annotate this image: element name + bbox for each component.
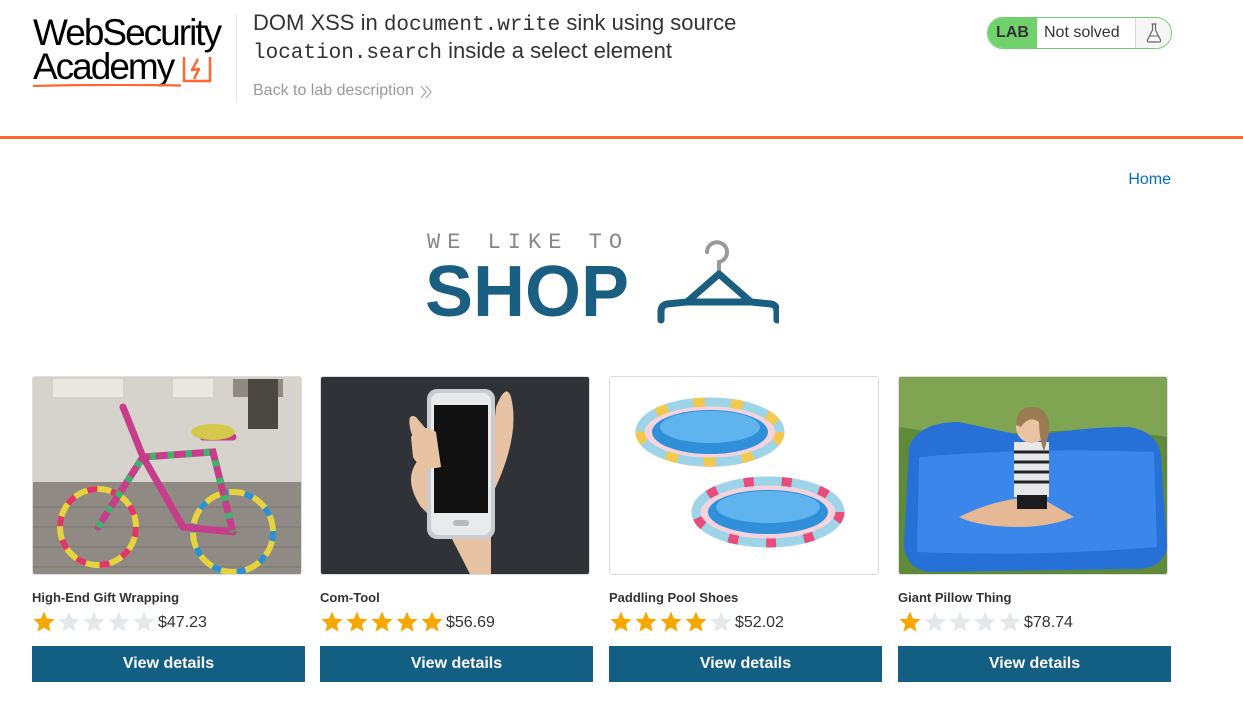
star-filled-icon [421,611,443,632]
product-price: $47.23 [158,614,207,631]
star-rating [898,610,1022,632]
star-empty-icon [710,611,732,632]
product-rating-row: $78.74 [898,609,1171,633]
product-price: $56.69 [446,614,495,631]
logo-bolt-icon [182,57,212,83]
product-name: Giant Pillow Thing [898,590,1012,605]
star-empty-icon [974,611,996,632]
lab-status-text: Not solved [1044,24,1120,41]
lab-title-text: inside a select element [442,38,672,63]
back-link-label: Back to lab description [253,82,414,99]
view-details-button[interactable]: View details [32,646,305,682]
product-price: $78.74 [1024,614,1073,631]
product-image-giant-pillow[interactable] [898,376,1168,575]
star-filled-icon [660,611,682,632]
star-filled-icon [33,611,55,632]
star-rating [609,610,733,632]
star-empty-icon [83,611,105,632]
star-empty-icon [999,611,1021,632]
product-price: $52.02 [735,614,784,631]
double-chevron-right-icon [420,85,432,98]
product-rating-row: $56.69 [320,609,593,633]
back-to-description-link[interactable]: Back to lab description [253,82,432,100]
lab-header: WebSecurity Academy DOM XSS in document.… [0,0,1243,139]
star-empty-icon [108,611,130,632]
lab-status-widget: LAB Not solved [987,17,1172,49]
star-filled-icon [346,611,368,632]
web-security-academy-logo[interactable]: WebSecurity Academy [33,14,233,90]
product-image-paddling-pool-shoes[interactable] [609,376,879,575]
lab-title-text: sink using source [560,10,737,35]
star-empty-icon [133,611,155,632]
logo-underline [33,84,181,87]
lab-title-text: DOM XSS in [253,10,384,35]
product-card: High-End Gift Wrapping $47.23 View detai… [32,376,305,682]
star-filled-icon [635,611,657,632]
product-name: Paddling Pool Shoes [609,590,739,605]
product-image-com-tool[interactable] [320,376,590,575]
view-details-button[interactable]: View details [609,646,882,682]
star-filled-icon [899,611,921,632]
product-card: Com-Tool $56.69 View details [320,376,593,682]
product-rating-row: $47.23 [32,609,305,633]
view-details-button[interactable]: View details [320,646,593,682]
star-empty-icon [949,611,971,632]
product-name: Com-Tool [320,590,380,605]
product-card: Giant Pillow Thing $78.74 View details [898,376,1171,682]
star-filled-icon [685,611,707,632]
lab-tag: LAB [988,18,1037,48]
product-image-gift-wrapping[interactable] [32,376,302,575]
star-empty-icon [58,611,80,632]
hero-title: SHOP [425,252,630,332]
star-filled-icon [610,611,632,632]
star-empty-icon [924,611,946,632]
lab-title: DOM XSS in document.write sink using sou… [253,10,833,66]
product-rating-row: $52.02 [609,609,882,633]
star-filled-icon [371,611,393,632]
logo-text-line2: Academy [33,46,175,87]
view-details-button[interactable]: View details [898,646,1171,682]
header-divider [236,14,237,102]
lab-title-code: location.search [253,42,443,65]
flask-icon [1135,18,1171,48]
hanger-icon [657,240,779,324]
star-filled-icon [396,611,418,632]
star-rating [320,610,444,632]
lab-title-code: document.write [383,14,561,37]
product-card: Paddling Pool Shoes $52.02 View details [609,376,882,682]
star-rating [32,610,156,632]
product-name: High-End Gift Wrapping [32,590,180,605]
star-filled-icon [321,611,343,632]
home-link[interactable]: Home [1128,171,1171,189]
shop-hero-banner: WE LIKE TO SHOP [425,228,785,332]
